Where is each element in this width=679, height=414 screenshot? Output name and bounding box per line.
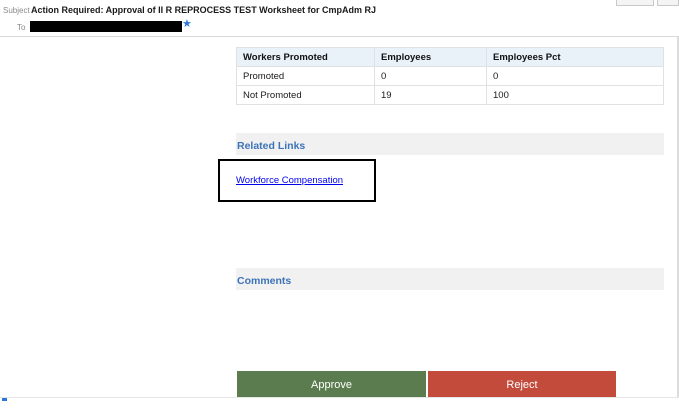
workers-promoted-table: Workers Promoted Employees Employees Pct… xyxy=(236,47,664,105)
workforce-compensation-link[interactable]: Workforce Compensation xyxy=(236,175,343,186)
bottom-divider xyxy=(0,397,679,398)
table-cell: 100 xyxy=(486,85,664,105)
subject-label: Subject xyxy=(3,6,30,15)
table-header-row: Workers Promoted Employees Employees Pct xyxy=(236,47,664,67)
header-action-button[interactable] xyxy=(616,0,654,6)
table-cell: 0 xyxy=(486,66,664,86)
bottom-area xyxy=(0,397,679,414)
table-row: Promoted 0 0 xyxy=(236,66,664,86)
email-subject: Action Required: Approval of II R REPROC… xyxy=(31,5,377,15)
reject-button[interactable]: Reject xyxy=(428,371,616,397)
table-cell: 19 xyxy=(374,85,487,105)
comments-heading: Comments xyxy=(236,268,664,290)
recipient-redacted xyxy=(30,21,182,32)
to-label: To xyxy=(17,23,26,32)
table-cell: 0 xyxy=(374,66,487,86)
related-links-heading: Related Links xyxy=(236,133,664,155)
email-header: Subject Action Required: Approval of II … xyxy=(0,0,679,37)
table-header: Employees xyxy=(374,47,487,67)
table-cell: Promoted xyxy=(236,66,375,86)
table-header: Workers Promoted xyxy=(236,47,375,67)
corner-icon xyxy=(2,398,7,401)
table-header: Employees Pct xyxy=(486,47,664,67)
table-row: Not Promoted 19 100 xyxy=(236,85,664,105)
header-more-button[interactable] xyxy=(657,0,679,6)
approve-button[interactable]: Approve xyxy=(237,371,426,397)
table-cell: Not Promoted xyxy=(236,85,375,105)
star-icon[interactable]: ★ xyxy=(182,19,192,30)
